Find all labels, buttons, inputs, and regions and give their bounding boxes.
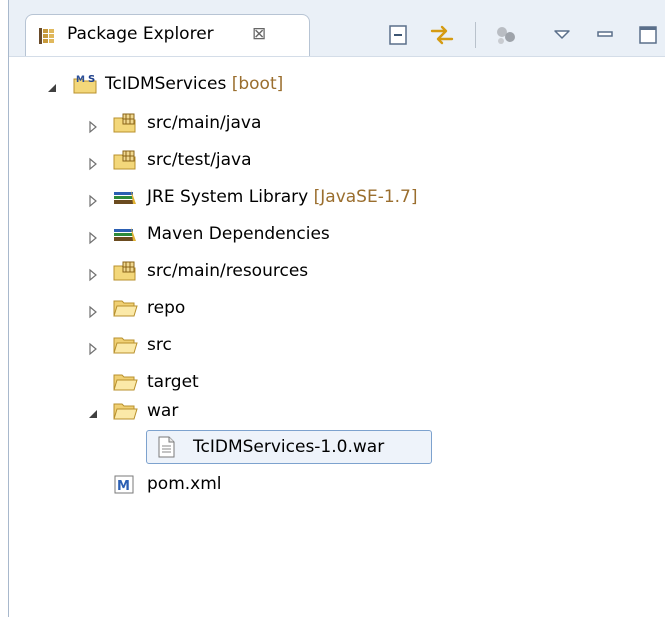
tree-item-decoration: [JavaSE-1.7] (313, 187, 418, 207)
tree-item-label: war (147, 401, 179, 421)
tree-collapsed-icon[interactable] (86, 304, 100, 319)
project-name: TcIDMServices (105, 74, 227, 94)
tree-item-src-main-java[interactable]: src/main/java (0, 106, 665, 142)
tree-item-project[interactable]: M S TcIDMServices [boot] (0, 68, 665, 104)
tree-item-war[interactable]: war (0, 394, 665, 430)
tree-item-label: src/main/java (147, 113, 262, 133)
tree-item-label: repo (147, 298, 186, 318)
library-icon (112, 223, 138, 245)
tree-item-pom-xml[interactable]: M pom.xml (0, 467, 665, 503)
tree-item-label: TcIDMServices-1.0.war (193, 437, 385, 457)
library-icon (112, 186, 138, 208)
svg-text:S: S (88, 74, 95, 85)
package-folder-icon (112, 112, 138, 134)
tree-item-label: JRE System Library (147, 187, 309, 207)
file-icon (154, 436, 180, 458)
svg-text:M: M (76, 75, 85, 85)
tree-item-src-main-resources[interactable]: src/main/resources (0, 254, 665, 290)
folder-icon (112, 371, 138, 393)
folder-icon (112, 297, 138, 319)
maven-project-icon: M S (72, 73, 98, 95)
tree-collapsed-icon[interactable] (86, 267, 100, 282)
tree-item-src[interactable]: src (0, 328, 665, 364)
tree-item-label: target (147, 372, 199, 392)
tree-item-repo[interactable]: repo (0, 291, 665, 327)
package-folder-icon (112, 260, 138, 282)
tree-item-src-test-java[interactable]: src/test/java (0, 143, 665, 179)
tree-item-label: pom.xml (147, 474, 222, 494)
tree-item-war-file[interactable]: TcIDMServices-1.0.war (0, 430, 665, 466)
package-folder-icon (112, 149, 138, 171)
project-decoration: [boot] (231, 74, 284, 94)
tree-item-label: Maven Dependencies (147, 224, 330, 244)
package-explorer-view: Package Explorer ⊠ M S TcIDMServices [bo… (0, 0, 665, 617)
tree-collapsed-icon[interactable] (86, 156, 100, 171)
tree-item-label: src (147, 335, 172, 355)
tree-collapsed-icon[interactable] (86, 341, 100, 356)
project-tree[interactable]: M S TcIDMServices [boot] src/main/java s… (0, 0, 665, 617)
tree-collapsed-icon[interactable] (86, 193, 100, 208)
folder-icon (112, 400, 138, 422)
tree-expanded-icon[interactable] (86, 406, 100, 420)
tree-expanded-icon[interactable] (45, 80, 59, 94)
tree-item-label: src/main/resources (147, 261, 309, 281)
tree-collapsed-icon[interactable] (86, 119, 100, 134)
svg-text:M: M (117, 479, 130, 494)
tree-item-jre-system-library[interactable]: JRE System Library [JavaSE-1.7] (0, 180, 665, 216)
folder-icon (112, 334, 138, 356)
tree-collapsed-icon[interactable] (86, 230, 100, 245)
maven-pom-file-icon: M (112, 473, 138, 495)
tree-item-label: src/test/java (147, 150, 252, 170)
tree-item-maven-dependencies[interactable]: Maven Dependencies (0, 217, 665, 253)
